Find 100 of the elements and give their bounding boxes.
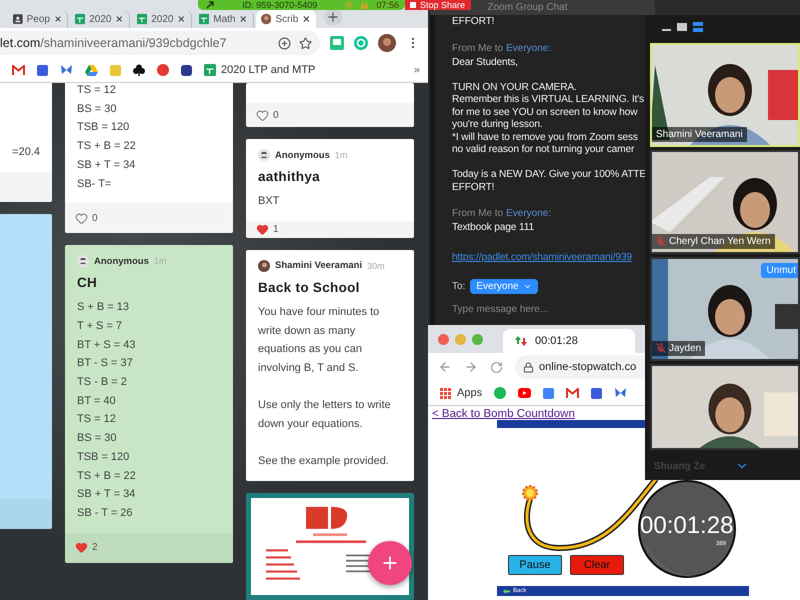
message-line: Remember this is VIRTUAL LEARNING. It's bbox=[452, 94, 645, 106]
calendar-icon[interactable] bbox=[543, 388, 554, 398]
post-time: 1m bbox=[154, 256, 166, 266]
message-line: Dear Students, bbox=[452, 56, 519, 69]
post-line: TS - B = 2 bbox=[77, 375, 127, 390]
like-count: 1 bbox=[273, 224, 279, 235]
apps-link[interactable]: Apps bbox=[457, 387, 482, 399]
post-time: 30m bbox=[367, 260, 385, 271]
plus-icon bbox=[326, 10, 340, 24]
message-link[interactable]: https://padlet.com/shaminiveeramani/939 bbox=[452, 252, 632, 263]
message-line: Textbook page 111 bbox=[452, 222, 536, 234]
play-icon[interactable] bbox=[518, 388, 532, 398]
post-author: Shamini Veeramani bbox=[275, 260, 362, 272]
music-icon[interactable] bbox=[494, 387, 506, 399]
close-icon[interactable] bbox=[177, 14, 186, 24]
message-line: EFFORT! bbox=[452, 182, 496, 194]
message-line: no valid reason for not turning your camer bbox=[452, 144, 636, 156]
heart-icon[interactable] bbox=[75, 541, 88, 554]
message-line: for me to see YOU on screen to know how bbox=[452, 106, 638, 119]
avatar-icon bbox=[258, 260, 270, 272]
calendar-icon[interactable] bbox=[37, 64, 48, 76]
add-circle-icon[interactable] bbox=[278, 36, 291, 50]
stop-share-button[interactable]: Stop Share bbox=[405, 0, 471, 10]
spreadsheet-icon bbox=[137, 13, 148, 25]
close-icon[interactable] bbox=[115, 14, 124, 24]
meeting-id: ID: 959-3070-5409 bbox=[241, 0, 318, 10]
arrow-icon bbox=[206, 1, 214, 9]
app-icon[interactable] bbox=[591, 388, 602, 398]
stop-icon bbox=[410, 2, 416, 8]
message-line: *I will have to remove you from Zoom sess bbox=[452, 132, 639, 144]
butterfly-icon[interactable] bbox=[60, 64, 73, 76]
clover-icon[interactable] bbox=[133, 64, 145, 76]
mail-icon[interactable] bbox=[12, 65, 25, 75]
post-line: BT = 40 bbox=[77, 394, 116, 409]
spreadsheet-icon bbox=[75, 13, 86, 25]
heart-icon[interactable] bbox=[75, 212, 88, 225]
unmute-button[interactable]: Unmut bbox=[760, 262, 798, 278]
post-line: SB + T = 34 bbox=[77, 158, 136, 173]
post-title: CH bbox=[77, 275, 98, 290]
close-window-button[interactable] bbox=[438, 334, 449, 344]
arrow-icon bbox=[503, 588, 510, 594]
bookmark-link[interactable]: 2020 LTP and MTP bbox=[221, 64, 316, 76]
spreadsheet-icon bbox=[199, 13, 210, 25]
drive-icon[interactable] bbox=[85, 64, 98, 76]
app-icon[interactable] bbox=[181, 64, 192, 76]
butterfly-icon[interactable] bbox=[614, 388, 628, 398]
message-recipient: Everyone: bbox=[506, 208, 552, 219]
post-line: TSB = 120 bbox=[77, 120, 130, 136]
browser-tab[interactable]: Scrib bbox=[256, 10, 316, 28]
message-input[interactable]: Type message here... bbox=[452, 304, 632, 315]
post-line: BT - S = 37 bbox=[77, 356, 133, 372]
star-icon[interactable] bbox=[299, 36, 312, 50]
post-author: Anonymous bbox=[94, 256, 149, 267]
post-line: BS = 30 bbox=[77, 102, 116, 117]
post-line: BXT bbox=[258, 194, 280, 210]
apps-grid-icon[interactable] bbox=[440, 388, 451, 398]
avatar-icon bbox=[261, 13, 272, 25]
gallery-view-icon[interactable] bbox=[693, 22, 703, 32]
reload-icon[interactable] bbox=[490, 360, 503, 374]
post-paragraph: See the example provided. bbox=[258, 454, 389, 470]
more-bookmarks-button[interactable]: » bbox=[414, 64, 420, 76]
post-title: Back to School bbox=[258, 280, 360, 295]
contact-card-icon bbox=[13, 13, 23, 25]
single-view-icon[interactable] bbox=[677, 23, 687, 32]
like-count: 0 bbox=[92, 212, 98, 224]
message-sender: From Me to bbox=[452, 42, 504, 54]
anonymous-icon bbox=[77, 255, 89, 268]
mail-icon[interactable] bbox=[566, 388, 580, 398]
post-author: Anonymous bbox=[275, 150, 330, 161]
post-line: BS = 30 bbox=[77, 431, 116, 446]
post-line: TS + B = 22 bbox=[77, 139, 136, 154]
browser-tab[interactable]: 00:01:28 bbox=[503, 329, 635, 353]
to-label: To: bbox=[452, 281, 466, 292]
anonymous-icon bbox=[258, 149, 270, 162]
post-title: aathithya bbox=[258, 169, 320, 184]
forward-icon[interactable] bbox=[464, 360, 478, 374]
post-line: T + S = 7 bbox=[77, 318, 122, 334]
message-recipient: Everyone: bbox=[506, 42, 552, 54]
message-line: EFFORT! bbox=[452, 16, 496, 28]
app-icon[interactable] bbox=[157, 64, 169, 76]
back-icon[interactable] bbox=[438, 360, 452, 374]
participant-name: Cheryl Chan Yen Wern bbox=[652, 234, 775, 249]
message-line: TURN ON YOUR CAMERA. bbox=[452, 82, 578, 94]
clear-button[interactable]: Clear bbox=[570, 555, 624, 575]
close-icon[interactable] bbox=[302, 14, 311, 24]
post-paragraph: Use only the letters to write down your equations. bbox=[258, 398, 392, 432]
spreadsheet-icon bbox=[204, 64, 216, 76]
back-link[interactable]: < Back to Bomb Countdown bbox=[432, 408, 575, 420]
countdown-timer: 00:01:28 bbox=[640, 512, 734, 540]
post-paragraph: You have four minutes to write down as many equations as you can involving B, T and S. bbox=[258, 304, 380, 376]
post-line: BT + S = 43 bbox=[77, 338, 136, 353]
heart-icon[interactable] bbox=[256, 108, 269, 122]
pause-button[interactable]: Pause bbox=[508, 555, 562, 575]
address-bar[interactable]: let.com/shaminiveeramani/939cbdgchle7 bbox=[0, 31, 320, 55]
close-icon[interactable] bbox=[239, 14, 248, 24]
record-icon bbox=[345, 1, 354, 9]
recipient-dropdown[interactable]: Everyone bbox=[470, 279, 538, 294]
heart-icon[interactable] bbox=[256, 222, 269, 236]
close-icon[interactable] bbox=[54, 14, 62, 24]
profile-avatar-icon[interactable] bbox=[378, 34, 396, 52]
